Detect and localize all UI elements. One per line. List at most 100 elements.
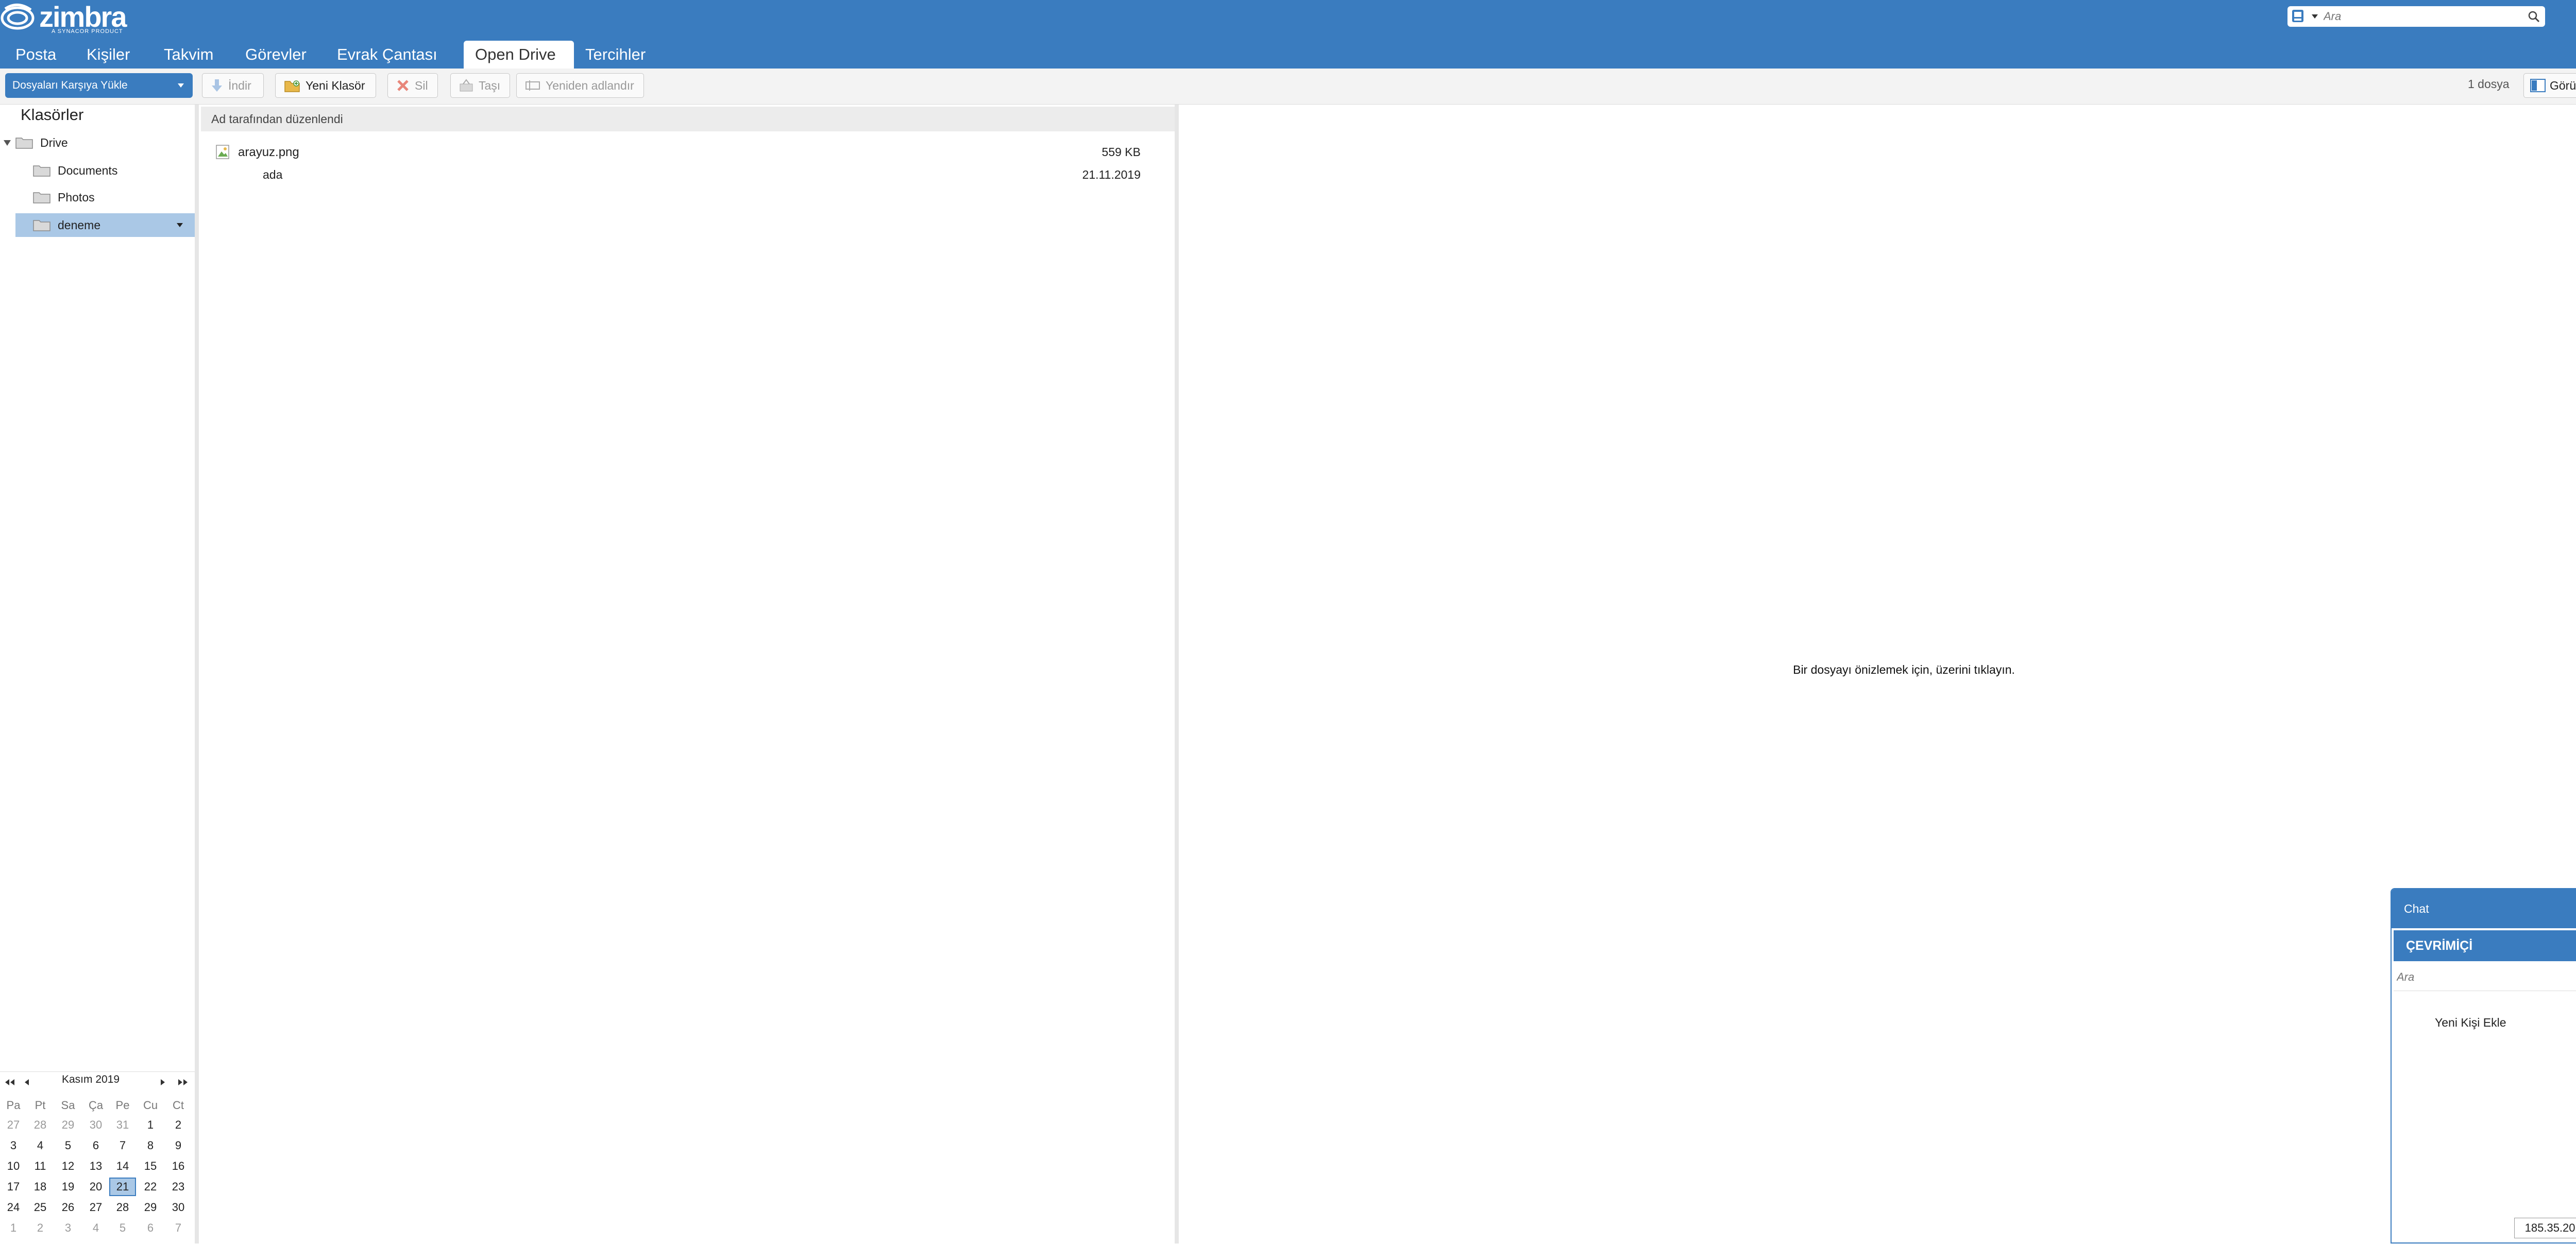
calendar-day[interactable]: 9 xyxy=(165,1136,192,1155)
chevron-down-icon[interactable] xyxy=(176,223,183,228)
chat-search-input[interactable] xyxy=(2394,969,2576,984)
upload-label: Dosyaları Karşıya Yükle xyxy=(12,79,128,91)
calendar-day[interactable]: 7 xyxy=(109,1136,136,1155)
zimbra-logo-icon xyxy=(1,4,35,30)
prev-month-icon[interactable] xyxy=(24,1079,30,1086)
calendar-day[interactable]: 24 xyxy=(0,1198,27,1217)
calendar-day[interactable]: 3 xyxy=(0,1136,27,1155)
calendar-day[interactable]: 19 xyxy=(55,1178,81,1196)
chat-header[interactable]: Chat xyxy=(2392,889,2576,928)
tab-evrak-cantasi[interactable]: Evrak Çantası xyxy=(326,41,464,69)
calendar-day[interactable]: 2 xyxy=(165,1116,192,1134)
calendar-day[interactable]: 25 xyxy=(27,1198,54,1217)
calendar-day[interactable]: 13 xyxy=(82,1157,109,1175)
calendar-day[interactable]: 22 xyxy=(137,1178,164,1196)
next-year-icon[interactable] xyxy=(177,1079,189,1086)
pane-splitter[interactable] xyxy=(195,105,199,1243)
zimbra-logo[interactable]: zimbra A SYNACOR PRODUCT xyxy=(0,3,127,35)
calendar-day[interactable]: 1 xyxy=(137,1116,164,1134)
chat-status-select[interactable]: ÇEVRİMİÇİ xyxy=(2394,930,2576,961)
calendar-weekday: Pe xyxy=(115,1099,130,1112)
view-label: Görüntüle xyxy=(2550,78,2576,92)
tab-posta[interactable]: Posta xyxy=(0,41,75,69)
calendar-day[interactable]: 17 xyxy=(0,1178,27,1196)
calendar-day[interactable]: 27 xyxy=(82,1198,109,1217)
upload-button[interactable]: Dosyaları Karşıya Yükle xyxy=(5,73,193,98)
calendar-day[interactable]: 18 xyxy=(27,1178,54,1196)
search-input[interactable] xyxy=(2323,7,2528,26)
reading-pane-icon xyxy=(2530,79,2546,92)
delete-label: Sil xyxy=(415,78,428,92)
folder-icon xyxy=(33,164,50,177)
calendar-day[interactable]: 30 xyxy=(82,1116,109,1134)
calendar-day[interactable]: 21 xyxy=(109,1178,136,1196)
rename-icon xyxy=(526,80,540,91)
calendar-day[interactable]: 15 xyxy=(137,1157,164,1175)
calendar-day[interactable]: 16 xyxy=(165,1157,192,1175)
calendar-day[interactable]: 7 xyxy=(165,1219,192,1237)
tab-gorevler[interactable]: Görevler xyxy=(234,41,326,69)
new-folder-button[interactable]: Yeni Klasör xyxy=(275,73,376,98)
next-month-icon[interactable] xyxy=(160,1079,166,1086)
calendar-day[interactable]: 31 xyxy=(109,1116,136,1134)
calendar-day[interactable]: 14 xyxy=(109,1157,136,1175)
list-header[interactable]: Ad tarafından düzenlendi xyxy=(201,107,1175,131)
rename-button[interactable]: Yeniden adlandır xyxy=(516,73,644,98)
download-label: İndir xyxy=(228,78,251,92)
pane-splitter[interactable] xyxy=(1175,105,1179,1243)
calendar-day[interactable]: 4 xyxy=(27,1136,54,1155)
calendar-day[interactable]: 6 xyxy=(82,1136,109,1155)
calendar-day[interactable]: 28 xyxy=(27,1116,54,1134)
tab-tercihler[interactable]: Tercihler xyxy=(574,41,667,69)
tree-item-drive[interactable]: Drive xyxy=(3,131,195,155)
image-file-icon xyxy=(215,144,230,160)
calendar-weekday: Sa xyxy=(61,1099,75,1112)
calendar-day[interactable]: 2 xyxy=(27,1219,54,1237)
tab-takvim[interactable]: Takvim xyxy=(152,41,234,69)
calendar-day[interactable]: 28 xyxy=(109,1198,136,1217)
calendar-day[interactable]: 12 xyxy=(55,1157,81,1175)
calendar-day[interactable]: 6 xyxy=(137,1219,164,1237)
global-search xyxy=(2287,6,2545,27)
calendar-day[interactable]: 1 xyxy=(0,1219,27,1237)
tab-kisiler[interactable]: Kişiler xyxy=(75,41,152,69)
calendar-day[interactable]: 3 xyxy=(55,1219,81,1237)
chat-search xyxy=(2394,963,2576,991)
calendar-day[interactable]: 8 xyxy=(137,1136,164,1155)
calendar-day[interactable]: 27 xyxy=(0,1116,27,1134)
calendar-month-label[interactable]: Kasım 2019 xyxy=(62,1073,120,1086)
calendar-day[interactable]: 11 xyxy=(27,1157,54,1175)
calendar-day[interactable]: 5 xyxy=(109,1219,136,1237)
file-row[interactable]: arayuz.png 559 KB ada 21.11.2019 xyxy=(201,140,1175,186)
delete-icon xyxy=(397,80,409,91)
tree-item-photos[interactable]: Photos xyxy=(33,185,195,209)
calendar-day[interactable]: 5 xyxy=(55,1136,81,1155)
calendar-day[interactable]: 29 xyxy=(55,1116,81,1134)
prev-year-icon[interactable] xyxy=(4,1079,15,1086)
tree-item-documents[interactable]: Documents xyxy=(33,159,195,182)
app-tabs: Posta Kişiler Takvim Görevler Evrak Çant… xyxy=(0,41,667,69)
calendar-day[interactable]: 4 xyxy=(82,1219,109,1237)
calendar-day[interactable]: 10 xyxy=(0,1157,27,1175)
calendar-day[interactable]: 29 xyxy=(137,1198,164,1217)
calendar-day[interactable]: 23 xyxy=(165,1178,192,1196)
search-type-icon[interactable] xyxy=(2292,9,2318,24)
move-button[interactable]: Taşı xyxy=(450,73,510,98)
calendar-day[interactable]: 30 xyxy=(165,1198,192,1217)
chat-status-label: ÇEVRİMİÇİ xyxy=(2406,938,2473,953)
delete-button[interactable]: Sil xyxy=(387,73,438,98)
calendar-day[interactable]: 20 xyxy=(82,1178,109,1196)
expand-triangle-icon[interactable] xyxy=(3,139,11,147)
download-button[interactable]: İndir xyxy=(202,73,264,98)
calendar-weekday: Pa xyxy=(6,1099,21,1112)
calendar-weekday: Cu xyxy=(143,1099,158,1112)
logo-tagline: A SYNACOR PRODUCT xyxy=(52,28,123,35)
calendar-day[interactable]: 26 xyxy=(55,1198,81,1217)
tree-item-deneme[interactable]: deneme xyxy=(15,213,195,237)
add-contact-link[interactable]: Yeni Kişi Ekle xyxy=(2435,1016,2506,1030)
view-button[interactable]: Görüntüle xyxy=(2523,73,2576,98)
calendar-weekday: Ça xyxy=(88,1099,104,1112)
chat-title: Chat xyxy=(2404,901,2429,915)
tab-open-drive[interactable]: Open Drive xyxy=(464,41,574,69)
search-icon[interactable] xyxy=(2528,10,2540,23)
